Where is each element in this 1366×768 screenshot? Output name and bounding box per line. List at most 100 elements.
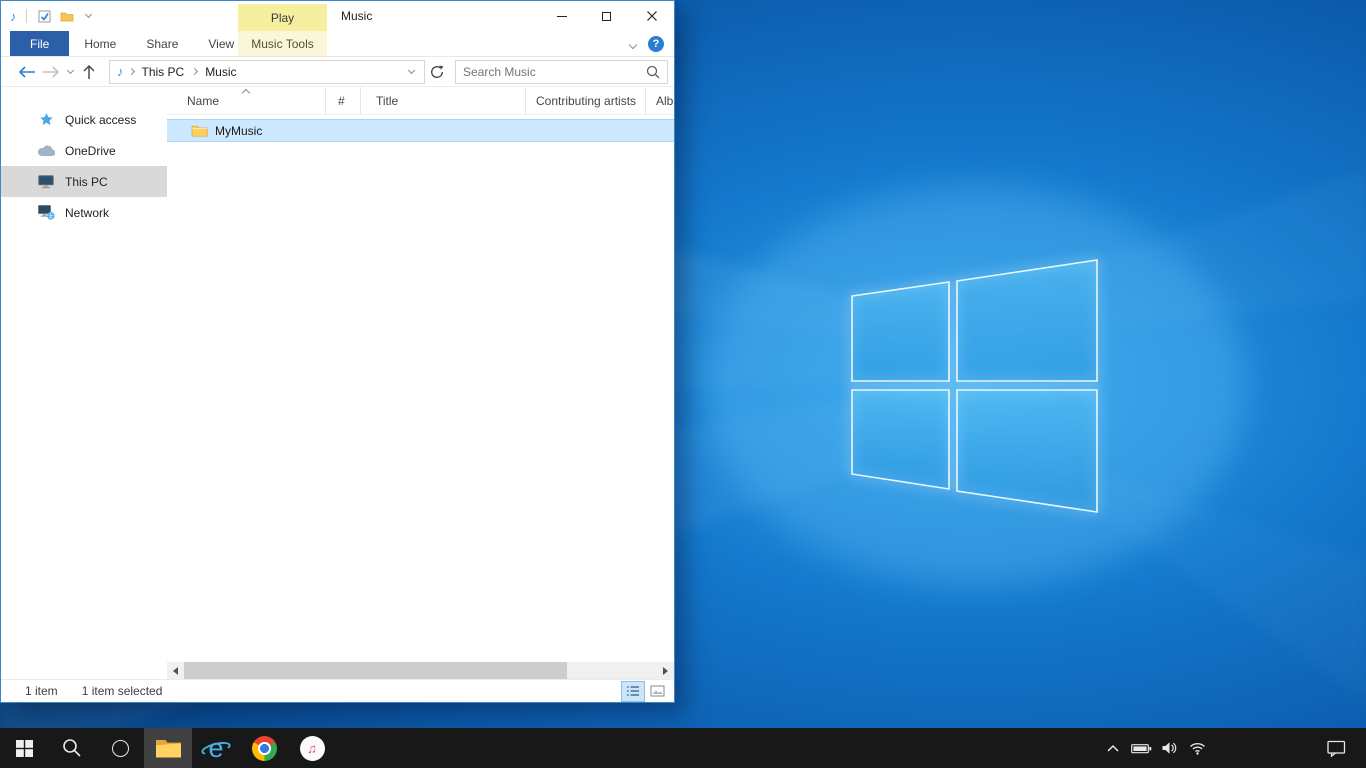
horizontal-scrollbar[interactable]: [167, 662, 674, 679]
selection-count: 1 item selected: [82, 684, 163, 698]
maximize-button[interactable]: [584, 1, 629, 31]
back-button[interactable]: [15, 60, 39, 84]
chevron-down-icon: [629, 40, 637, 48]
computer-icon: [37, 175, 55, 189]
chevron-down-icon: [407, 66, 414, 73]
breadcrumb-this-pc[interactable]: This PC: [139, 65, 188, 79]
taskbar: e ♫: [0, 728, 1366, 768]
search-icon[interactable]: [646, 65, 660, 79]
chrome-icon: [252, 736, 277, 761]
action-center-icon: [1327, 740, 1346, 757]
taskbar-chrome-button[interactable]: [240, 728, 288, 768]
column-header-number[interactable]: #: [326, 87, 361, 114]
refresh-icon: [430, 65, 444, 79]
up-button[interactable]: [77, 60, 101, 84]
breadcrumb-music[interactable]: Music: [202, 65, 239, 79]
start-button[interactable]: [0, 728, 48, 768]
address-dropdown-button[interactable]: [402, 71, 420, 73]
breadcrumb-chevron-icon: [191, 68, 198, 75]
expand-ribbon-button[interactable]: [630, 37, 636, 51]
arrow-left-icon: [18, 66, 36, 78]
scrollbar-thumb[interactable]: [184, 662, 567, 679]
minimize-button[interactable]: [539, 1, 584, 31]
wifi-icon: [1189, 741, 1206, 755]
close-button[interactable]: [629, 1, 674, 31]
search-box[interactable]: [455, 60, 668, 84]
qat-properties-button[interactable]: [34, 5, 56, 27]
itunes-icon: ♫: [300, 736, 325, 761]
close-icon: [647, 11, 657, 21]
sidebar-item-onedrive[interactable]: OneDrive: [1, 135, 167, 166]
tab-share[interactable]: Share: [131, 31, 193, 56]
file-explorer-window: ♪ Play Music: [0, 0, 675, 703]
file-explorer-icon: [155, 738, 182, 759]
cloud-icon: [37, 145, 55, 157]
search-input[interactable]: [463, 65, 646, 79]
taskbar-file-explorer-button[interactable]: [144, 728, 192, 768]
tray-battery-button[interactable]: [1130, 728, 1152, 768]
help-button[interactable]: ?: [648, 36, 664, 52]
file-row-mymusic[interactable]: MyMusic: [167, 119, 674, 142]
minimize-icon: [557, 16, 567, 17]
address-bar[interactable]: ♪ This PC Music: [109, 60, 425, 84]
refresh-button[interactable]: [425, 60, 449, 84]
sidebar-item-label: This PC: [65, 175, 108, 189]
check-document-icon: [38, 10, 51, 23]
window-title: Music: [341, 1, 372, 31]
details-view-button[interactable]: [622, 682, 644, 701]
taskbar-itunes-button[interactable]: ♫: [288, 728, 336, 768]
battery-icon: [1131, 742, 1152, 755]
forward-button[interactable]: [39, 60, 63, 84]
windows-logo-icon: [16, 740, 33, 757]
system-tray: [1102, 728, 1208, 768]
triangle-left-icon: [173, 667, 178, 675]
large-icons-view-icon: [650, 685, 665, 697]
address-toolbar: ♪ This PC Music: [1, 57, 674, 87]
window-controls: [539, 1, 674, 31]
column-headers: Name # Title Contributing artists Alb: [167, 87, 674, 115]
file-list-pane: Name # Title Contributing artists Alb My…: [167, 87, 674, 679]
star-icon: [37, 112, 55, 127]
column-header-title[interactable]: Title: [361, 87, 526, 114]
triangle-right-icon: [663, 667, 668, 675]
sidebar-item-label: OneDrive: [65, 144, 116, 158]
taskbar-internet-explorer-button[interactable]: e: [192, 728, 240, 768]
search-icon: [62, 738, 82, 758]
scroll-right-button[interactable]: [657, 662, 674, 679]
titlebar[interactable]: ♪ Play Music: [1, 1, 674, 31]
tab-file[interactable]: File: [10, 31, 69, 56]
tray-show-hidden-icons-button[interactable]: [1102, 728, 1124, 768]
qat-separator: [26, 9, 27, 23]
cortana-icon: [112, 740, 129, 757]
column-header-contributing-artists[interactable]: Contributing artists: [526, 87, 646, 114]
file-rows: MyMusic: [167, 115, 674, 662]
music-note-app-icon: ♪: [10, 10, 17, 23]
action-center-button[interactable]: [1318, 728, 1354, 768]
sidebar-item-label: Network: [65, 206, 109, 220]
chevron-down-icon: [66, 66, 73, 73]
qat-customize-button[interactable]: [78, 5, 100, 27]
tab-music-tools[interactable]: Music Tools: [238, 31, 327, 56]
scroll-left-button[interactable]: [167, 662, 184, 679]
tab-home[interactable]: Home: [69, 31, 131, 56]
scrollbar-track[interactable]: [184, 662, 657, 679]
contextual-tab-play[interactable]: Play: [238, 4, 327, 31]
tray-volume-button[interactable]: [1158, 728, 1180, 768]
sidebar-item-quick-access[interactable]: Quick access: [1, 104, 167, 135]
music-note-location-icon: ♪: [117, 65, 124, 78]
cortana-button[interactable]: [96, 728, 144, 768]
chevron-up-icon: [1106, 743, 1120, 753]
details-view-icon: [626, 685, 640, 697]
column-header-album[interactable]: Alb: [646, 87, 674, 114]
recent-locations-button[interactable]: [63, 60, 77, 84]
sidebar-item-label: Quick access: [65, 113, 136, 127]
folder-icon: [60, 11, 74, 22]
sidebar-item-network[interactable]: Network: [1, 197, 167, 228]
explorer-body: Quick access OneDrive: [1, 87, 674, 679]
taskbar-search-button[interactable]: [48, 728, 96, 768]
tray-network-button[interactable]: [1186, 728, 1208, 768]
sidebar-item-this-pc[interactable]: This PC: [1, 166, 167, 197]
chevron-down-icon: [85, 11, 92, 18]
qat-new-folder-button[interactable]: [56, 5, 78, 27]
large-icons-view-button[interactable]: [646, 682, 668, 701]
